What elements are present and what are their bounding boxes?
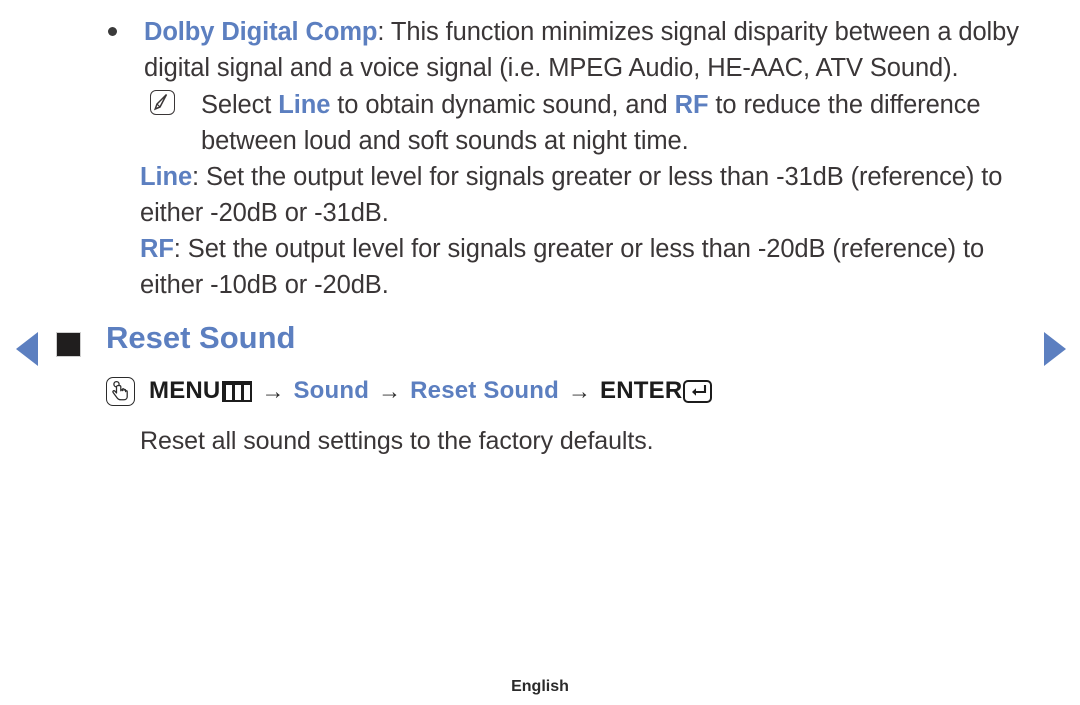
previous-page-arrow[interactable]	[16, 332, 38, 366]
bullet-colon: :	[377, 18, 391, 46]
menu-bars-icon	[222, 380, 253, 402]
emanual-page: Dolby Digital Comp: This function minimi…	[0, 0, 1080, 705]
menu-step-sound[interactable]: Sound	[293, 377, 369, 405]
note-keyword-rf: RF	[674, 91, 709, 119]
menu-step-reset-sound[interactable]: Reset Sound	[410, 377, 559, 405]
bullet-term: Dolby Digital Comp	[144, 18, 378, 46]
paragraph-rf-colon: :	[173, 235, 188, 263]
section-description: Reset all sound settings to the factory …	[140, 427, 654, 455]
path-arrow-3: →	[568, 377, 592, 404]
enter-label: ENTER	[600, 377, 683, 404]
path-arrow-1: →	[261, 377, 285, 404]
menu-label: MENU	[149, 377, 221, 404]
touch-hand-icon	[106, 376, 135, 406]
note-block: Select Line to obtain dynamic sound, and…	[150, 87, 1040, 159]
next-page-arrow[interactable]	[1044, 332, 1066, 366]
note-pencil-icon	[150, 90, 175, 115]
paragraph-line-colon: :	[192, 163, 207, 191]
page-title: Reset Sound	[106, 320, 296, 355]
bullet-text: Dolby Digital Comp: This function minimi…	[144, 14, 1038, 86]
note-keyword-line: Line	[278, 91, 331, 119]
paragraph-rf-term: RF	[140, 235, 174, 263]
note-before: Select	[201, 91, 279, 119]
path-arrow-2: →	[378, 377, 402, 404]
note-text: Select Line to obtain dynamic sound, and…	[201, 87, 1040, 159]
paragraph-line: Line: Set the output level for signals g…	[140, 159, 1040, 231]
footer-language-label: English	[511, 678, 569, 695]
note-middle: to obtain dynamic sound, and	[330, 91, 675, 119]
enter-key-icon	[683, 379, 713, 403]
paragraph-line-term: Line	[140, 163, 193, 191]
section-square-icon	[56, 332, 81, 357]
menu-path-breadcrumb: MENU → Sound → Reset Sound → ENTER	[106, 374, 713, 408]
paragraph-line-body: Set the output level for signals greater…	[140, 163, 1003, 227]
paragraph-rf-body: Set the output level for signals greater…	[140, 235, 985, 299]
bullet-item-dolby-digital-comp: Dolby Digital Comp: This function minimi…	[108, 14, 1038, 86]
bullet-dot-icon	[108, 27, 117, 36]
paragraph-rf: RF: Set the output level for signals gre…	[140, 231, 1040, 303]
